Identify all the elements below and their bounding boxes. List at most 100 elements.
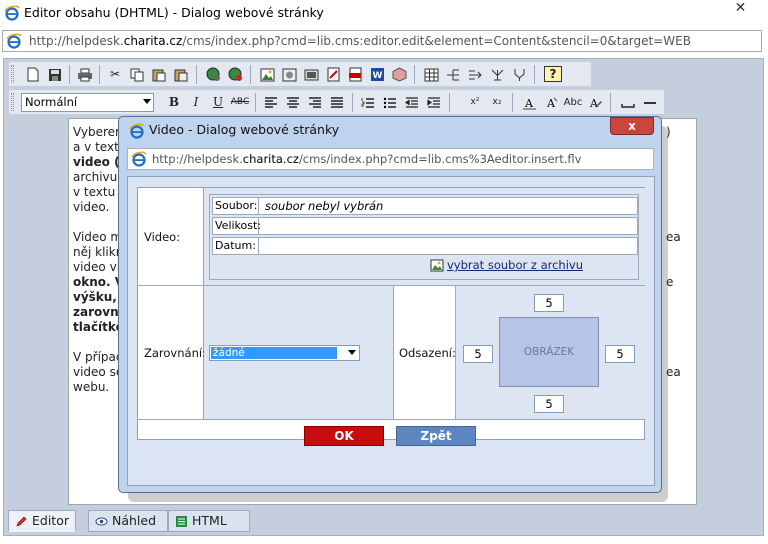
insert-video-button[interactable] [301,65,321,84]
indent-button[interactable] [424,93,444,112]
insert-flash-button[interactable] [279,65,299,84]
pdf-file-icon [348,67,361,82]
choose-from-archive-link[interactable]: vybrat soubor z archivu [430,258,583,272]
insert-image-button[interactable] [257,65,277,84]
bullet-list-button[interactable] [380,93,400,112]
help-icon: ? [549,67,557,81]
strikethrough-button[interactable]: ABC [230,93,250,112]
offset-top-input[interactable]: 5 [534,294,564,312]
insert-table-button[interactable] [421,65,441,84]
offset-bottom-input[interactable]: 5 [534,395,564,413]
tab-html[interactable]: HTML [168,510,250,532]
clear-format-button[interactable]: A [585,93,605,112]
dialog-close-button[interactable]: x [610,117,654,135]
table-merge-button[interactable] [465,65,485,84]
font-button[interactable]: Abc [563,93,583,112]
text-color-button[interactable]: A [519,93,539,112]
table-split-button[interactable] [443,65,463,84]
window-url: http://helpdesk.charita.cz/cms/index.php… [29,34,691,48]
fork-icon [514,68,524,81]
scissors-icon: ✂ [109,67,121,81]
paragraph-style-value: Normální [25,95,78,109]
paste-button[interactable] [149,65,169,84]
space-icon [621,103,635,108]
toolbar-grip[interactable] [11,65,14,83]
horizontal-rule-button[interactable] [640,93,660,112]
align-left-button[interactable] [261,93,281,112]
align-justify-button[interactable] [327,93,347,112]
align-center-button[interactable] [283,93,303,112]
table-cols-button[interactable] [509,65,529,84]
print-icon [78,68,92,81]
merge-arrow-icon [468,70,482,79]
dialog-url: http://helpdesk.charita.cz/cms/index.php… [152,152,582,166]
tab-editor[interactable]: Editor [8,510,76,532]
help-button[interactable]: ? [544,66,562,82]
image-icon [260,68,274,81]
save-button[interactable] [45,65,65,84]
underline-button[interactable]: U [208,93,228,112]
insert-object-button[interactable] [389,65,409,84]
toolbar-grip[interactable] [11,93,14,111]
print-button[interactable] [75,65,95,84]
copy-button[interactable] [127,65,147,84]
new-document-button[interactable] [23,65,43,84]
dialog-address-bar[interactable]: http://helpdesk.charita.cz/cms/index.php… [127,148,654,170]
svg-text:A: A [524,97,534,110]
toolbar-separator [352,93,353,112]
content-text-fragment: ea [666,365,681,379]
align-left-icon [265,96,277,108]
insert-space-button[interactable] [618,93,638,112]
toolbar-separator [255,93,256,112]
alignment-select[interactable]: žádné [209,345,360,361]
image-preview-box: OBRÁZEK [499,317,599,387]
insert-link-button[interactable] [203,65,223,84]
chevron-down-icon [348,350,356,355]
globe-link-icon [206,67,220,81]
italic-button[interactable]: I [186,93,206,112]
ie-page-icon [6,33,22,49]
insert-word-button[interactable]: W [367,65,387,84]
table-rows-button[interactable] [487,65,507,84]
pdf-icon [327,67,339,82]
remove-link-button[interactable] [225,65,245,84]
new-document-icon [27,67,39,82]
toolbar-separator [534,65,535,84]
file-value: soubor nebyl vybrán [265,199,384,213]
back-button[interactable]: Zpět [396,426,476,446]
insert-file-button[interactable] [345,65,365,84]
toolbar-separator [449,93,450,112]
font-background-icon: A [546,97,557,110]
subscript-button[interactable]: x₂ [487,93,507,112]
file-row-soubor: Soubor: soubor nebyl vybrán [212,197,638,215]
paste-text-button[interactable] [171,65,191,84]
eraser-icon: A [589,97,602,110]
numbered-list-icon [361,97,374,108]
background-color-button[interactable]: A [541,93,561,112]
toolbar-separator [69,65,70,84]
align-center-icon [287,96,299,108]
paragraph-style-select[interactable]: Normální [21,93,154,112]
dialog-body: Video: Soubor: soubor nebyl vybrán Velik… [127,176,655,486]
cut-button[interactable]: ✂ [105,65,125,84]
video-label: Video: [144,230,181,244]
ordered-list-button[interactable] [358,93,378,112]
window-close-button[interactable]: ✕ [717,0,764,18]
bold-button[interactable]: B [164,93,184,112]
insert-pdf-button[interactable] [323,65,343,84]
ok-button[interactable]: OK [304,426,384,446]
window-address-bar[interactable]: http://helpdesk.charita.cz/cms/index.php… [2,30,762,52]
file-row-datum: Datum: [212,237,638,255]
split-arrow-icon [446,69,459,80]
toolbar-separator [250,65,251,84]
outdent-icon [405,96,418,108]
window-title: Editor obsahu (DHTML) - Dialog webové st… [24,5,324,20]
video-icon [304,69,318,80]
outdent-button[interactable] [402,93,422,112]
tab-preview[interactable]: Náhled [88,510,168,532]
align-right-button[interactable] [305,93,325,112]
html-icon [176,516,187,527]
superscript-button[interactable]: x² [465,93,485,112]
offset-left-input[interactable]: 5 [463,345,493,363]
offset-right-input[interactable]: 5 [605,345,635,363]
